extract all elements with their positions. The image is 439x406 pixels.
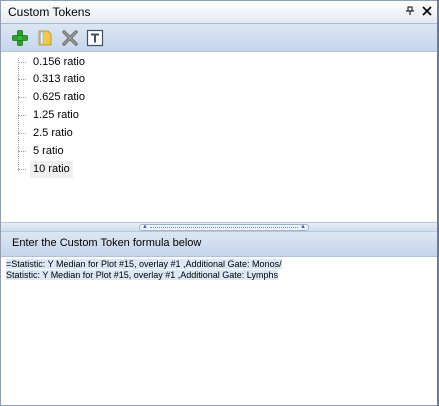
tokens-toolbar	[1, 24, 438, 52]
text-token-button[interactable]	[85, 28, 105, 48]
token-item-selected[interactable]: 10 ratio	[18, 161, 218, 178]
token-label: 10 ratio	[30, 161, 73, 178]
token-item[interactable]: 0.313 ratio	[18, 71, 218, 88]
close-icon[interactable]	[420, 4, 434, 18]
token-tree[interactable]: 0.156 ratio 0.313 ratio 0.625 ratio 1.25…	[1, 52, 438, 222]
formula-text: =Statistic: Y Median for Plot #15, overl…	[6, 259, 282, 281]
token-label: 1.25 ratio	[33, 109, 79, 121]
panel-titlebar: Custom Tokens	[1, 1, 438, 24]
token-item[interactable]: 1.25 ratio	[18, 107, 218, 124]
token-item[interactable]: 5 ratio	[18, 143, 218, 160]
collapse-up-icon: ▲	[300, 224, 306, 230]
formula-header: Enter the Custom Token formula below	[1, 232, 438, 257]
formula-editor[interactable]: =Statistic: Y Median for Plot #15, overl…	[1, 257, 438, 405]
token-label: 0.313 ratio	[33, 73, 85, 85]
delete-token-button[interactable]	[60, 28, 80, 48]
token-item[interactable]: 0.625 ratio	[18, 89, 218, 106]
panel-title: Custom Tokens	[8, 5, 91, 19]
bookmark-icon	[38, 30, 52, 46]
panel-splitter[interactable]: ▲ ▲	[1, 222, 438, 232]
formula-line: Statistic: Y Median for Plot #15, overla…	[6, 270, 278, 280]
splitter-grip[interactable]: ▲ ▲	[139, 224, 309, 231]
collapse-up-icon: ▲	[142, 224, 148, 230]
token-item[interactable]: 2.5 ratio	[18, 125, 218, 142]
token-label: 5 ratio	[33, 145, 64, 157]
custom-tokens-panel: Custom Tokens 0.156 ratio 0.313 ratio 0.…	[0, 0, 439, 406]
bookmark-token-button[interactable]	[35, 28, 55, 48]
plus-icon	[12, 30, 28, 46]
token-label: 0.156 ratio	[33, 56, 85, 68]
formula-header-label: Enter the Custom Token formula below	[12, 237, 202, 249]
token-item[interactable]: 0.156 ratio	[18, 54, 218, 71]
pin-icon[interactable]	[403, 4, 417, 18]
add-token-button[interactable]	[10, 28, 30, 48]
x-icon	[62, 30, 78, 46]
token-label: 2.5 ratio	[33, 127, 73, 139]
text-T-icon	[86, 29, 104, 47]
token-label: 0.625 ratio	[33, 91, 85, 103]
formula-line: =Statistic: Y Median for Plot #15, overl…	[6, 259, 282, 269]
